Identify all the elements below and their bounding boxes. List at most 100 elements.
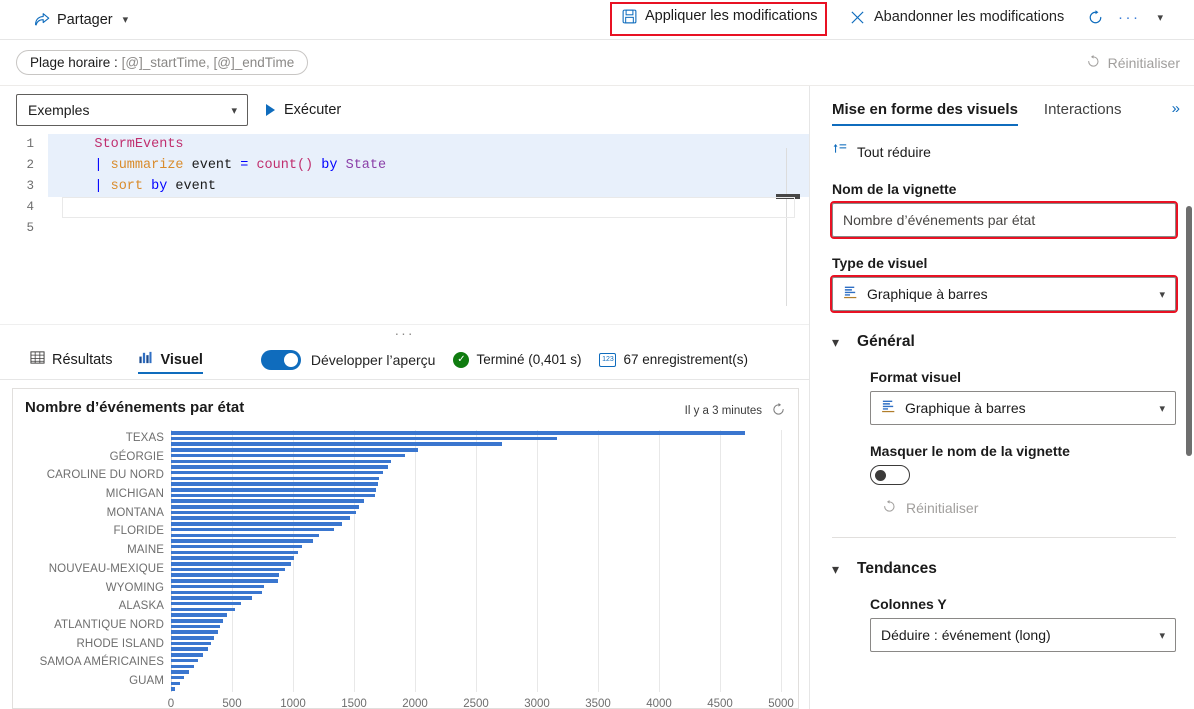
bar[interactable] (171, 476, 379, 481)
tab-visual-formatting[interactable]: Mise en forme des visuels (832, 86, 1018, 132)
code-line[interactable]: 3 | sort by event (0, 176, 809, 197)
code-line[interactable]: 1 StormEvents (0, 134, 809, 155)
bar[interactable] (171, 573, 280, 577)
visual-type-select[interactable]: Graphique à barres ▾ (830, 275, 1178, 313)
bar[interactable] (171, 556, 294, 560)
discard-changes-button[interactable]: Abandonner les modifications (848, 8, 1064, 26)
bar[interactable] (171, 448, 418, 452)
y-axis-tick-labels: TEXAS GÉORGIE CAROLINE DU NORD MICHIGAN MONT… (25, 430, 170, 692)
x-axis-tick-label: 1000 (280, 698, 306, 709)
bar[interactable] (171, 499, 365, 503)
record-count: 123 67 enregistrement(s) (599, 352, 748, 367)
bar[interactable] (171, 687, 176, 691)
section-trends-title: Tendances (857, 560, 937, 577)
general-reset-button[interactable]: Réinitialiser (870, 499, 978, 517)
bar[interactable] (171, 618, 224, 623)
close-icon (848, 8, 866, 26)
bar[interactable] (171, 641, 212, 646)
bar[interactable] (171, 630, 218, 634)
x-axis-tick-label: 3500 (585, 698, 611, 709)
tab-visual[interactable]: Visuel (132, 340, 208, 380)
code-token: count() (256, 158, 314, 173)
collapse-all-icon (832, 142, 848, 161)
bar[interactable] (171, 482, 378, 486)
refresh-icon[interactable] (1086, 8, 1104, 26)
bar[interactable] (171, 453, 406, 458)
hide-tile-name-toggle[interactable] (870, 465, 910, 485)
bar[interactable] (171, 510, 357, 515)
code-line[interactable]: 2 | summarize event = count() by State (0, 155, 809, 176)
bar[interactable] (171, 584, 264, 589)
bar[interactable] (171, 613, 227, 617)
bar[interactable] (171, 562, 291, 566)
toggle-knob (283, 352, 298, 367)
bar[interactable] (171, 465, 388, 469)
bar[interactable] (171, 596, 252, 600)
y-columns-select[interactable]: Déduire : événement (long) ▾ (870, 618, 1176, 652)
bar[interactable] (171, 505, 359, 509)
bar[interactable] (171, 601, 241, 606)
collapse-all-button[interactable]: Tout réduire (832, 142, 931, 161)
format-panel-tabs: Mise en forme des visuels Interactions » (832, 86, 1180, 132)
bar[interactable] (171, 459, 391, 464)
preview-toggle-group[interactable]: Développer l’aperçu (260, 349, 435, 370)
bar[interactable] (171, 636, 214, 640)
toolbar-chevron-down-icon[interactable]: ▾ (1158, 11, 1164, 24)
x-axis-tick-label: 3000 (524, 698, 550, 709)
bar[interactable] (171, 470, 383, 475)
bar[interactable] (171, 527, 335, 532)
reset-filters-button[interactable]: Réinitialiser (1086, 54, 1180, 72)
samples-select[interactable]: Exemples ▾ (16, 94, 248, 126)
pane-splitter[interactable]: ··· (0, 324, 809, 341)
preview-toggle[interactable] (260, 349, 301, 370)
bar[interactable] (171, 664, 194, 669)
overflow-menu-button[interactable]: ··· (1118, 9, 1141, 26)
tile-name-input[interactable]: Nombre d’événements par état (830, 201, 1178, 239)
bar[interactable] (171, 516, 351, 520)
bar[interactable] (171, 533, 319, 538)
bar[interactable] (171, 567, 286, 572)
bar[interactable] (171, 681, 180, 686)
expand-panel-icon[interactable]: » (1172, 100, 1180, 117)
editor-current-line (62, 197, 795, 218)
bar[interactable] (171, 493, 376, 498)
section-trends-header[interactable]: ▾ Tendances (832, 560, 1176, 578)
bar[interactable] (171, 487, 377, 492)
bar[interactable] (171, 544, 302, 549)
time-range-pill[interactable]: Plage horaire : [@]_startTime, [@]_endTi… (16, 50, 309, 75)
bar[interactable] (171, 607, 235, 612)
tile-name-value: Nombre d’événements par état (843, 212, 1036, 228)
bar[interactable] (171, 436, 558, 441)
bar[interactable] (171, 522, 343, 526)
bar[interactable] (171, 675, 185, 680)
time-range-prefix: Plage horaire : (30, 55, 118, 70)
y-axis-tick-label: CAROLINE DU NORD (46, 469, 164, 482)
bar[interactable] (171, 539, 313, 543)
query-status-label: Terminé (0,401 s) (476, 352, 582, 367)
editor-indent-guide (786, 148, 787, 306)
bar[interactable] (171, 590, 263, 595)
bar[interactable] (171, 647, 208, 651)
section-general-header[interactable]: ▾ Général (832, 333, 1176, 351)
run-button[interactable]: Exécuter (266, 102, 341, 118)
bar[interactable] (171, 670, 190, 674)
share-button[interactable]: Partager ▾ (26, 7, 134, 33)
chevron-down-icon: ▾ (1159, 288, 1165, 301)
chart-refresh-icon[interactable] (771, 402, 786, 420)
x-axis-tick-label: 5000 (768, 698, 794, 709)
bar[interactable] (171, 653, 203, 657)
query-toolbar: Exemples ▾ Exécuter (0, 86, 809, 134)
bar[interactable] (171, 442, 503, 446)
code-line[interactable]: 5 (0, 218, 809, 239)
panel-scrollbar-thumb[interactable] (1186, 206, 1192, 456)
tab-interactions[interactable]: Interactions (1044, 86, 1122, 132)
apply-changes-button[interactable]: Appliquer les modifications (609, 2, 828, 36)
code-editor[interactable]: 1 StormEvents 2 | summarize event = count… (0, 134, 809, 324)
visual-format-select[interactable]: Graphique à barres ▾ (870, 391, 1176, 425)
bar[interactable] (171, 658, 199, 663)
bar[interactable] (171, 550, 298, 555)
bar[interactable] (171, 431, 745, 435)
tab-results[interactable]: Résultats (24, 340, 118, 380)
bar[interactable] (171, 624, 220, 629)
bar[interactable] (171, 579, 279, 583)
